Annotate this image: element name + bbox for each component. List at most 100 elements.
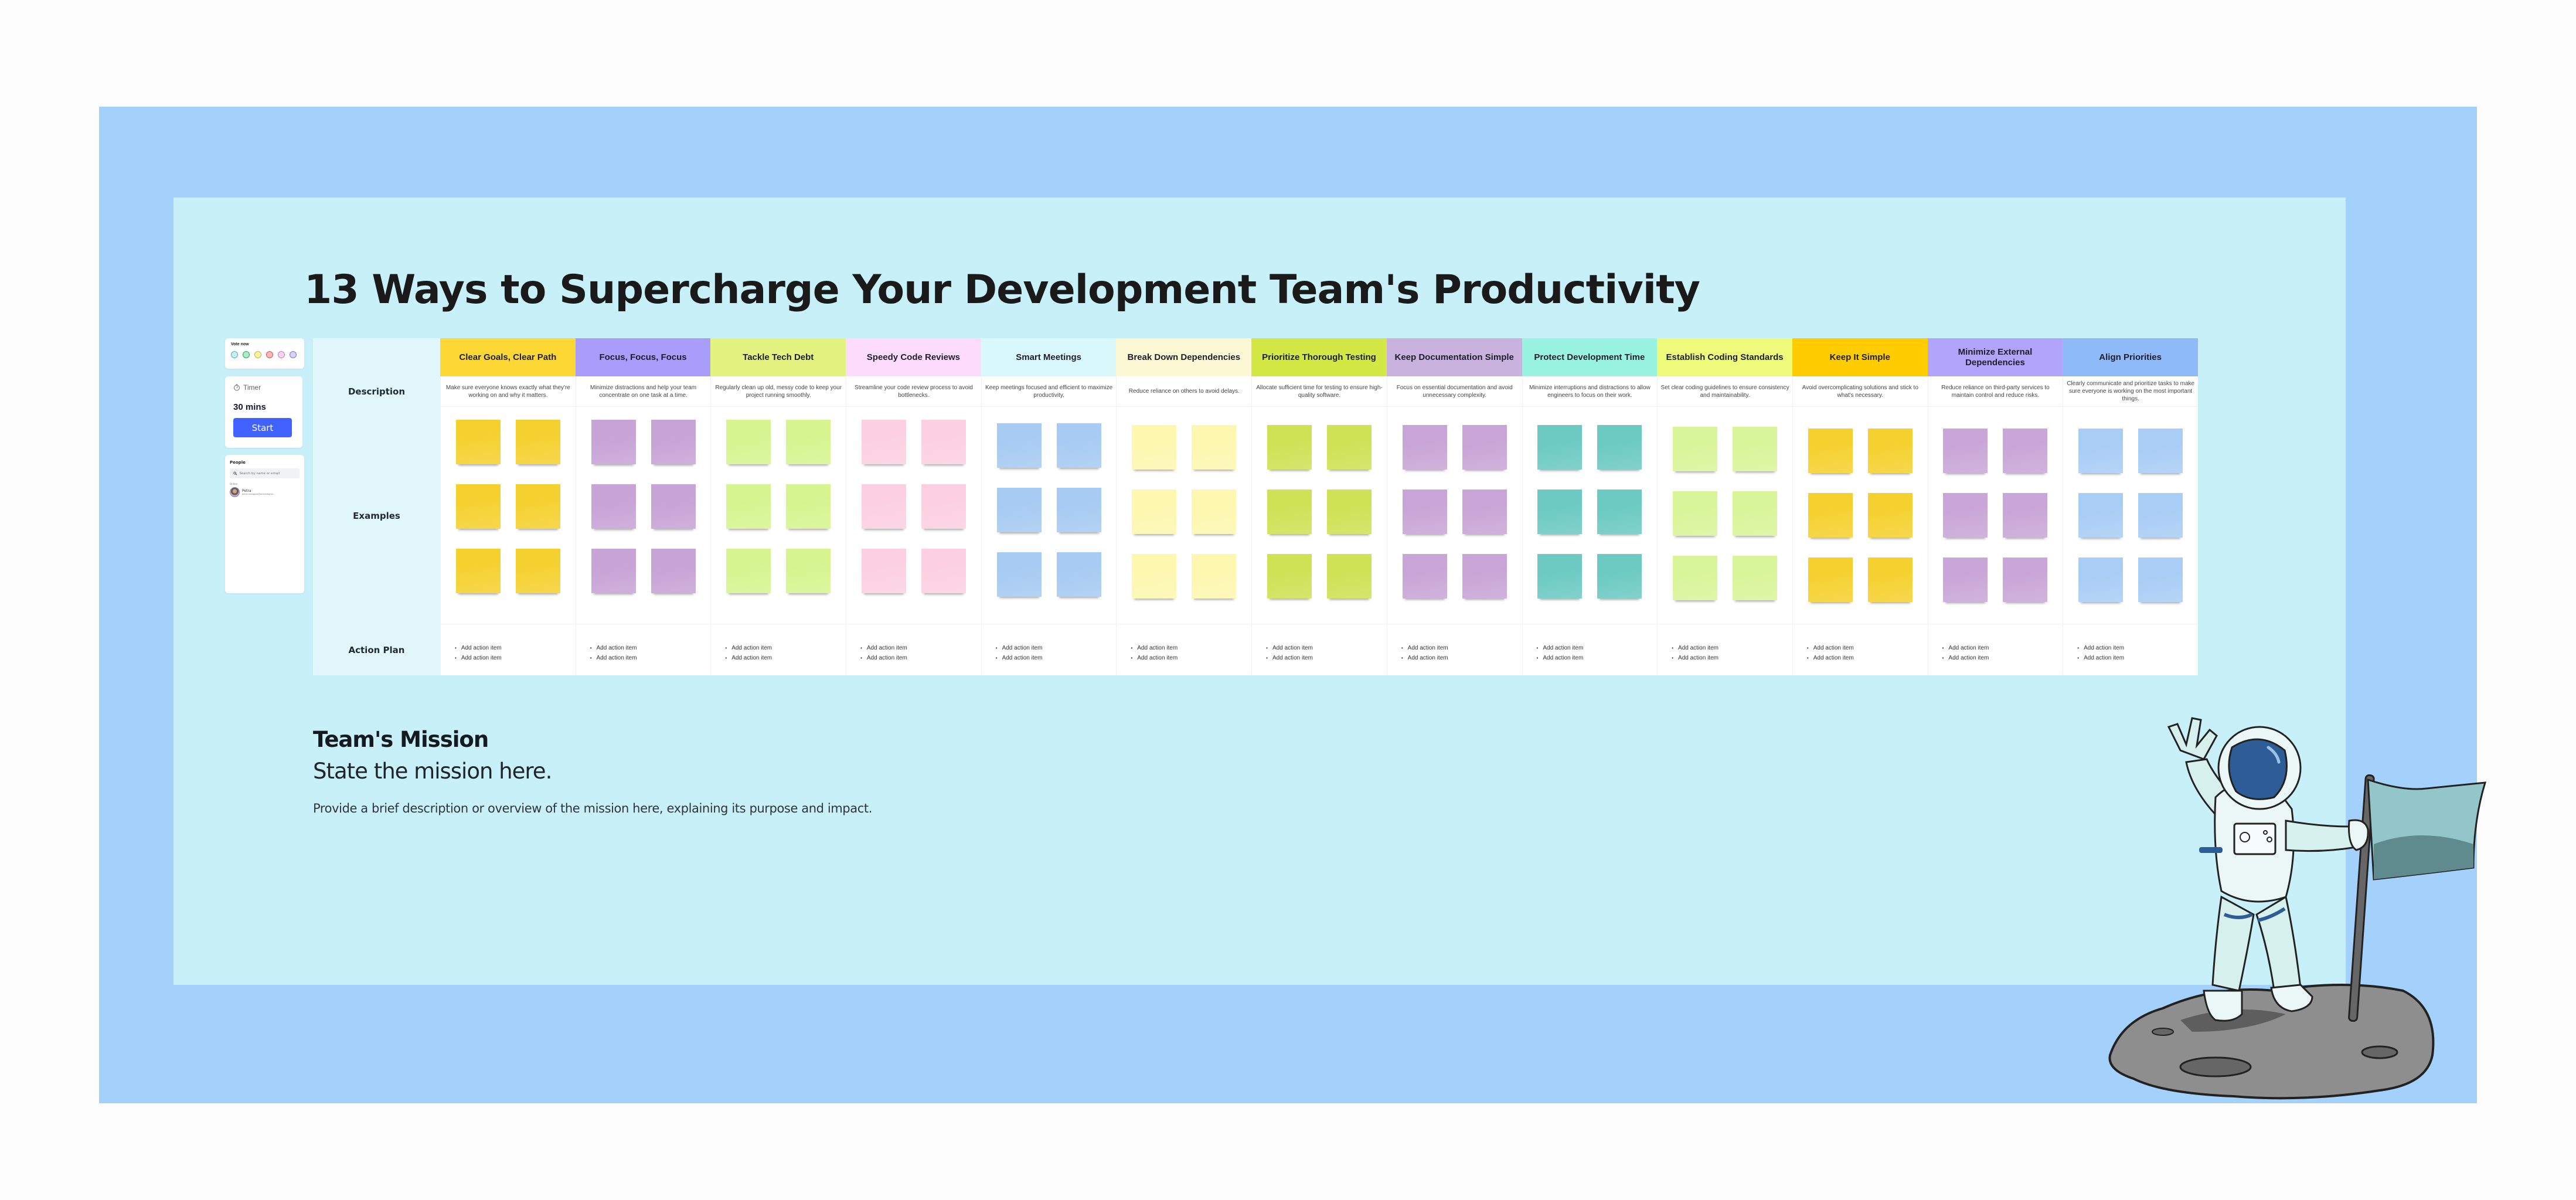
column-description[interactable]: Clearly communicate and prioritize tasks… xyxy=(2063,376,2198,407)
sticky-note[interactable] xyxy=(1733,491,1778,536)
sticky-note[interactable] xyxy=(726,420,771,464)
sticky-note[interactable] xyxy=(921,549,966,593)
column-header[interactable]: Establish Coding Standards xyxy=(1657,338,1792,376)
sticky-note[interactable] xyxy=(1537,554,1583,599)
vote-option-6[interactable] xyxy=(290,351,297,358)
sticky-note[interactable] xyxy=(1808,493,1853,538)
sticky-note[interactable] xyxy=(1597,489,1642,534)
sticky-note[interactable] xyxy=(1326,425,1372,470)
sticky-note[interactable] xyxy=(1326,554,1372,599)
action-item[interactable]: Add action item xyxy=(1672,653,1792,663)
sticky-note[interactable] xyxy=(2003,493,2048,538)
vote-option-1[interactable] xyxy=(231,351,238,358)
column-header[interactable]: Tackle Tech Debt xyxy=(710,338,846,376)
sticky-note[interactable] xyxy=(1267,425,1312,470)
sticky-note[interactable] xyxy=(1943,493,1988,538)
action-item[interactable]: Add action item xyxy=(1942,643,2063,653)
mission-title[interactable]: Team's Mission xyxy=(313,727,489,752)
action-item[interactable]: Add action item xyxy=(1942,653,2063,663)
action-item[interactable]: Add action item xyxy=(2077,643,2198,653)
vote-option-4[interactable] xyxy=(266,351,273,358)
column-header[interactable]: Speedy Code Reviews xyxy=(846,338,981,376)
sticky-note[interactable] xyxy=(1943,429,1988,473)
sticky-note[interactable] xyxy=(1597,425,1642,470)
action-item[interactable]: Add action item xyxy=(1672,643,1792,653)
sticky-note[interactable] xyxy=(861,549,906,593)
sticky-note[interactable] xyxy=(921,420,966,464)
sticky-note[interactable] xyxy=(1462,425,1507,470)
sticky-note[interactable] xyxy=(455,484,501,529)
column-header[interactable]: Keep Documentation Simple xyxy=(1386,338,1522,376)
sticky-note[interactable] xyxy=(1808,429,1853,473)
sticky-note[interactable] xyxy=(1056,488,1101,532)
sticky-note[interactable] xyxy=(786,549,831,593)
column-header[interactable]: Prioritize Thorough Testing xyxy=(1251,338,1387,376)
sticky-note[interactable] xyxy=(1132,554,1177,599)
action-item[interactable]: Add action item xyxy=(590,643,711,653)
sticky-note[interactable] xyxy=(591,549,636,593)
sticky-note[interactable] xyxy=(1462,554,1507,599)
people-search-input[interactable] xyxy=(239,471,296,475)
sticky-note[interactable] xyxy=(786,484,831,529)
sticky-note[interactable] xyxy=(1402,489,1447,534)
action-item[interactable]: Add action item xyxy=(1131,653,1251,663)
sticky-note[interactable] xyxy=(1132,425,1177,470)
sticky-note[interactable] xyxy=(2078,557,2124,602)
sticky-note[interactable] xyxy=(1537,489,1583,534)
action-item[interactable]: Add action item xyxy=(455,653,576,663)
sticky-note[interactable] xyxy=(921,484,966,529)
sticky-note[interactable] xyxy=(1867,557,1913,602)
sticky-note[interactable] xyxy=(726,484,771,529)
sticky-note[interactable] xyxy=(861,484,906,529)
sticky-note[interactable] xyxy=(1056,552,1101,597)
action-item[interactable]: Add action item xyxy=(1131,643,1251,653)
sticky-note[interactable] xyxy=(1326,489,1372,534)
sticky-note[interactable] xyxy=(1132,489,1177,534)
column-description[interactable]: Streamline your code review process to a… xyxy=(846,376,981,407)
action-item[interactable]: Add action item xyxy=(590,653,711,663)
sticky-note[interactable] xyxy=(1808,557,1853,602)
person-item[interactable]: Petra petra.ivanigova@actumdigital... xyxy=(230,487,300,497)
sticky-note[interactable] xyxy=(1673,427,1718,471)
column-description[interactable]: Avoid overcomplicating solutions and sti… xyxy=(1792,376,1928,407)
column-header[interactable]: Focus, Focus, Focus xyxy=(575,338,711,376)
action-item[interactable]: Add action item xyxy=(1401,653,1522,663)
sticky-note[interactable] xyxy=(455,420,501,464)
column-header[interactable]: Keep It Simple xyxy=(1792,338,1928,376)
column-description[interactable]: Minimize interruptions and distractions … xyxy=(1522,376,1658,407)
sticky-note[interactable] xyxy=(1402,554,1447,599)
sticky-note[interactable] xyxy=(2138,557,2183,602)
sticky-note[interactable] xyxy=(2003,429,2048,473)
sticky-note[interactable] xyxy=(1943,557,1988,602)
sticky-note[interactable] xyxy=(2078,429,2124,473)
column-description[interactable]: Make sure everyone knows exactly what th… xyxy=(440,376,576,407)
sticky-note[interactable] xyxy=(1673,491,1718,536)
sticky-note[interactable] xyxy=(861,420,906,464)
action-item[interactable]: Add action item xyxy=(1401,643,1522,653)
sticky-note[interactable] xyxy=(1462,489,1507,534)
action-item[interactable]: Add action item xyxy=(996,653,1117,663)
sticky-note[interactable] xyxy=(1267,554,1312,599)
mission-description[interactable]: Provide a brief description or overview … xyxy=(313,801,872,815)
sticky-note[interactable] xyxy=(996,423,1042,468)
column-description[interactable]: Reduce reliance on others to avoid delay… xyxy=(1116,376,1252,407)
sticky-note[interactable] xyxy=(1537,425,1583,470)
sticky-note[interactable] xyxy=(1192,554,1237,599)
sticky-note[interactable] xyxy=(1192,425,1237,470)
sticky-note[interactable] xyxy=(515,549,560,593)
action-item[interactable]: Add action item xyxy=(860,653,981,663)
action-item[interactable]: Add action item xyxy=(1266,653,1387,663)
sticky-note[interactable] xyxy=(1733,556,1778,600)
column-description[interactable]: Reduce reliance on third-party services … xyxy=(1927,376,2063,407)
action-item[interactable]: Add action item xyxy=(1807,653,1928,663)
sticky-note[interactable] xyxy=(1056,423,1101,468)
start-timer-button[interactable]: Start xyxy=(233,418,292,437)
sticky-note[interactable] xyxy=(651,420,696,464)
people-search[interactable] xyxy=(230,468,300,478)
timer-duration[interactable]: 30 mins xyxy=(233,402,294,412)
column-description[interactable]: Allocate sufficient time for testing to … xyxy=(1251,376,1387,407)
sticky-note[interactable] xyxy=(726,549,771,593)
sticky-note[interactable] xyxy=(591,420,636,464)
column-header[interactable]: Smart Meetings xyxy=(981,338,1117,376)
sticky-note[interactable] xyxy=(1733,427,1778,471)
